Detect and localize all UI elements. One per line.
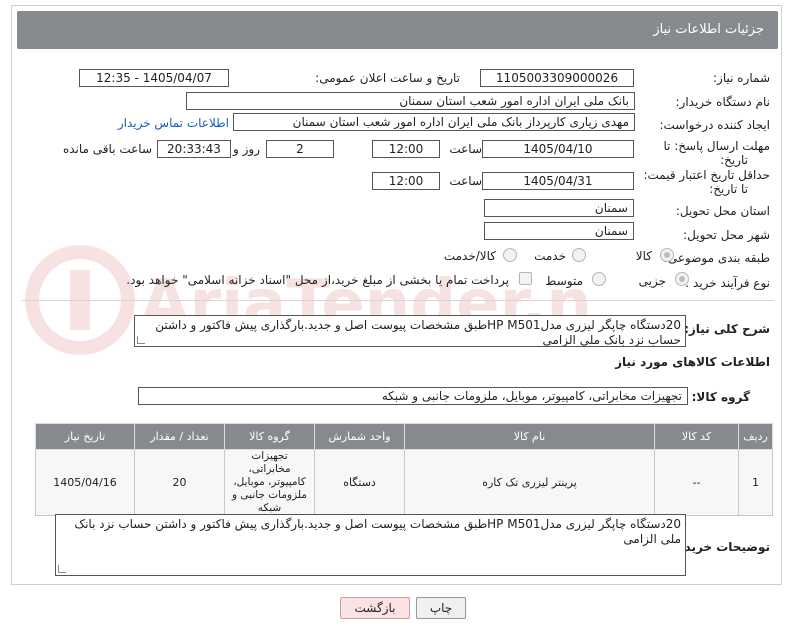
validity-time-field[interactable]: 12:00	[372, 172, 440, 190]
category-radio-goods[interactable]	[660, 248, 674, 262]
category-option-both: کالا/خدمت	[443, 249, 496, 263]
cell-unit: دستگاه	[314, 449, 405, 516]
process-radio-minor[interactable]	[675, 272, 689, 286]
cell-code: --	[654, 449, 739, 516]
remaining-label: ساعت باقی مانده	[62, 142, 152, 156]
items-table: ردیف کد کالا نام کالا واحد شمارش گروه کا…	[35, 423, 773, 516]
page-title: جزئیات اطلاعات نیاز	[653, 22, 764, 37]
deadline-label-1: مهلت ارسال پاسخ: تا	[663, 139, 770, 153]
buyer-notes-text: 20دستگاه چاپگر لیزری مدلHP M501طبق مشخصا…	[74, 517, 681, 546]
col-date: تاریخ نیاز	[35, 423, 135, 450]
cell-group: تجهیزات مخابراتی، کامپیوتر، موبایل، ملزو…	[224, 449, 315, 516]
category-label: طبقه بندی موضوعی:	[663, 251, 770, 265]
validity-time-label: ساعت	[449, 174, 482, 188]
province-label: استان محل تحویل:	[675, 204, 770, 218]
buyer-notes-textarea[interactable]: 20دستگاه چاپگر لیزری مدلHP M501طبق مشخصا…	[55, 514, 686, 576]
col-unit: واحد شمارش	[314, 423, 405, 450]
col-name: نام کالا	[404, 423, 655, 450]
cell-name: پرینتر لیزری تک کاره	[404, 449, 655, 516]
need-number-field[interactable]: 1105003309000026	[480, 69, 634, 87]
category-option-service: خدمت	[534, 249, 566, 263]
city-field[interactable]: سمنان	[484, 222, 634, 240]
deadline-time-label: ساعت	[449, 142, 482, 156]
category-option-goods: کالا	[635, 249, 652, 263]
goods-group-label: گروه کالا:	[691, 390, 750, 404]
creator-field[interactable]: مهدی زیاری کارپرداز بانک ملی ایران اداره…	[233, 113, 635, 131]
buyer-contact-link[interactable]: اطلاعات تماس خریدار	[118, 116, 229, 130]
description-label: شرح کلی نیاز:	[684, 322, 770, 336]
process-option-minor: جزیی	[638, 274, 666, 288]
table-row: 1 -- پرینتر لیزری تک کاره دستگاه تجهیزات…	[35, 449, 773, 516]
payment-checkbox[interactable]	[519, 272, 532, 285]
announce-field[interactable]: 1405/04/07 - 12:35	[79, 69, 229, 87]
remaining-time-field[interactable]: 20:33:43	[157, 140, 231, 158]
city-label: شهر محل تحویل:	[683, 228, 770, 242]
divider	[22, 300, 774, 301]
need-number-label: شماره نیاز:	[713, 71, 770, 85]
goods-info-heading: اطلاعات کالاهای مورد نیاز	[615, 355, 770, 369]
col-row: ردیف	[738, 423, 773, 450]
table-header-row: ردیف کد کالا نام کالا واحد شمارش گروه کا…	[35, 423, 773, 450]
province-field[interactable]: سمنان	[484, 199, 634, 217]
col-code: کد کالا	[654, 423, 739, 450]
days-label: روز و	[233, 142, 260, 156]
announce-label: تاریخ و ساعت اعلان عمومی:	[315, 71, 460, 85]
category-radio-both[interactable]	[503, 248, 517, 262]
description-textarea[interactable]: 20دستگاه چاپگر لیزری مدلHP M501طبق مشخصا…	[134, 315, 686, 347]
cell-quantity: 20	[134, 449, 225, 516]
resize-handle[interactable]	[137, 336, 145, 344]
category-radio-service[interactable]	[572, 248, 586, 262]
process-label: نوع فرآیند خرید :	[685, 276, 770, 290]
validity-date-field[interactable]: 1405/04/31	[482, 172, 634, 190]
payment-note: پرداخت تمام یا بخشی از مبلغ خرید،از محل …	[126, 273, 509, 287]
back-button[interactable]: بازگشت	[340, 597, 410, 619]
buyer-org-field[interactable]: بانک ملی ایران اداره امور شعب استان سمنا…	[186, 92, 635, 110]
process-option-medium: متوسط	[545, 274, 583, 288]
deadline-date-field[interactable]: 1405/04/10	[482, 140, 634, 158]
col-quantity: تعداد / مقدار	[134, 423, 225, 450]
validity-label-1: حداقل تاریخ اعتبار قیمت:	[643, 168, 770, 182]
buyer-org-label: نام دستگاه خریدار:	[675, 95, 771, 109]
process-radio-medium[interactable]	[592, 272, 606, 286]
print-button[interactable]: چاپ	[416, 597, 466, 619]
creator-label: ایجاد کننده درخواست:	[659, 118, 770, 132]
deadline-time-field[interactable]: 12:00	[372, 140, 440, 158]
goods-group-field[interactable]: تجهیزات مخابراتی، کامپیوتر، موبایل، ملزو…	[138, 387, 688, 405]
validity-label-2: تا تاریخ:	[709, 182, 748, 196]
days-field[interactable]: 2	[266, 140, 334, 158]
cell-date: 1405/04/16	[35, 449, 135, 516]
panel-header: جزئیات اطلاعات نیاز	[17, 11, 778, 49]
deadline-label-2: تاریخ:	[720, 153, 748, 167]
resize-handle[interactable]	[58, 565, 66, 573]
cell-row: 1	[738, 449, 773, 516]
description-text: 20دستگاه چاپگر لیزری مدلHP M501طبق مشخصا…	[155, 318, 681, 347]
col-group: گروه کالا	[224, 423, 315, 450]
